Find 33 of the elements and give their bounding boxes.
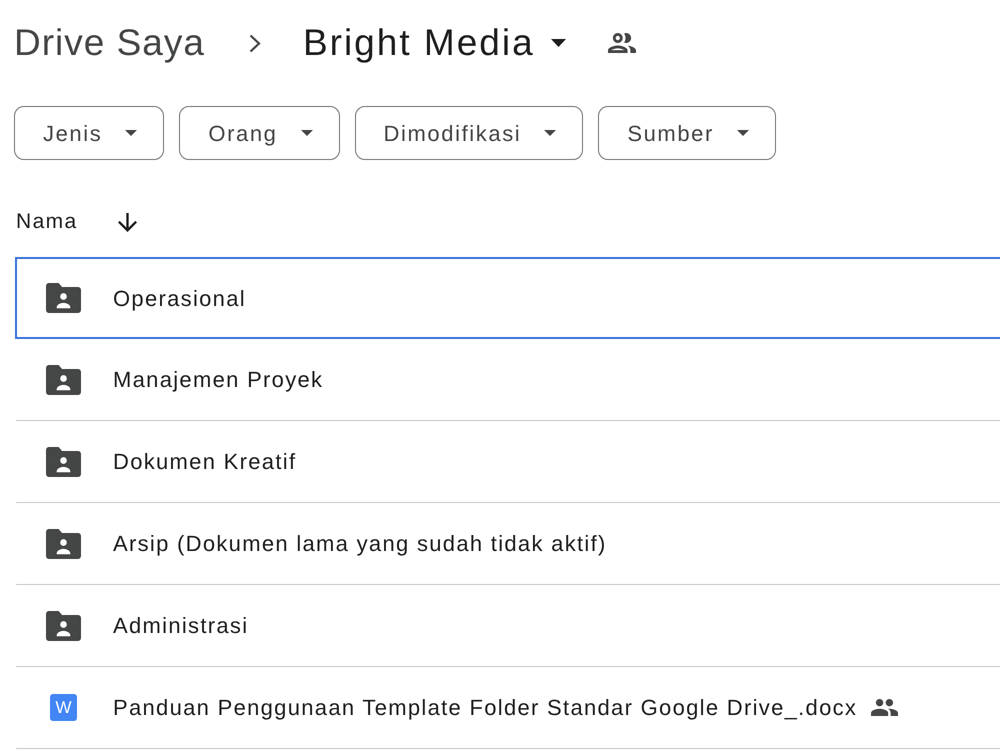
file-name: Panduan Penggunaan Template Folder Standar Google Drive_.docx — [113, 694, 858, 722]
caret-down-icon — [550, 38, 566, 47]
file-name: Administrasi — [113, 612, 248, 640]
chevron-right-icon — [248, 34, 261, 52]
folder-title-dropdown[interactable]: Bright Media — [302, 20, 566, 66]
shared-folder-icon — [46, 528, 81, 558]
caret-down-icon — [544, 130, 556, 136]
caret-down-icon — [125, 130, 138, 136]
filter-dropdown-button[interactable]: Orang — [179, 106, 340, 160]
shared-folder-icon — [46, 283, 81, 313]
file-name: Manajemen Proyek — [113, 366, 324, 394]
arrow-down-icon[interactable] — [118, 212, 137, 232]
file-name: Dokumen Kreatif — [113, 448, 296, 476]
file-row[interactable]: Administrasi — [15, 585, 1000, 667]
file-row[interactable]: Manajemen Proyek — [15, 339, 1000, 421]
shared-folder-icon — [46, 610, 81, 640]
breadcrumb-link[interactable]: Drive Saya — [14, 20, 205, 66]
column-header[interactable]: Nama — [14, 206, 78, 238]
people-outline-icon[interactable] — [608, 33, 636, 53]
shared-folder-icon — [46, 446, 81, 476]
filter-dropdown-button[interactable]: Jenis — [14, 106, 164, 160]
document-icon: W — [50, 694, 77, 721]
filter-dropdown-button[interactable]: Sumber — [598, 106, 776, 160]
file-row[interactable]: Dokumen Kreatif — [15, 421, 1000, 503]
caret-down-icon — [300, 130, 313, 136]
caret-down-icon — [736, 130, 749, 136]
file-name: Arsip (Dokumen lama yang sudah tidak aktif) — [113, 530, 607, 558]
file-row[interactable]: Operasional — [15, 257, 1000, 339]
file-row[interactable]: Arsip (Dokumen lama yang sudah tidak aktif) — [15, 503, 1000, 585]
filter-dropdown-button[interactable]: Dimodifikasi — [354, 106, 584, 160]
file-name: Operasional — [113, 284, 246, 313]
shared-folder-icon — [46, 364, 81, 394]
file-row[interactable]: W Panduan Penggunaan Template Folder Standar Google Drive_.docx — [15, 667, 1000, 749]
